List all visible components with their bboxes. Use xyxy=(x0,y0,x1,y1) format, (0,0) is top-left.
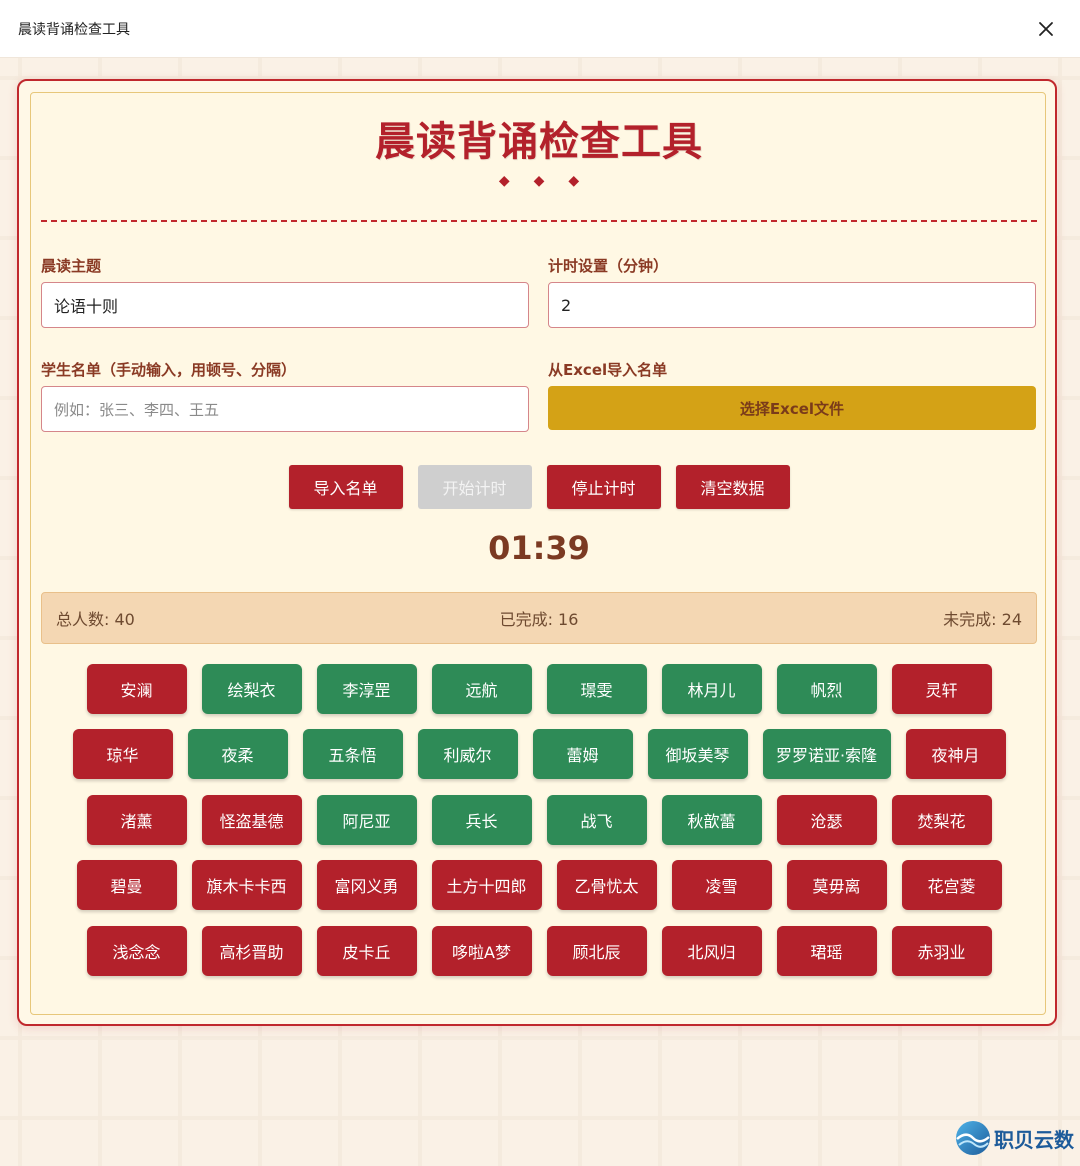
student-chip[interactable]: 绘梨衣 xyxy=(201,664,302,714)
student-chip[interactable]: 赤羽业 xyxy=(891,926,992,976)
window-titlebar: 晨读背诵检查工具 xyxy=(0,0,1080,58)
student-chip[interactable]: 安澜 xyxy=(86,664,187,714)
student-chip[interactable]: 浅念念 xyxy=(86,926,187,976)
timer-setting-label: 计时设置（分钟） xyxy=(548,257,669,275)
student-chip[interactable]: 沧瑟 xyxy=(776,795,877,845)
student-chip[interactable]: 帆烈 xyxy=(776,664,877,714)
topic-label: 晨读主题 xyxy=(41,257,102,275)
student-row: 碧曼 旗木卡卡西 富冈义勇 土方十四郎 乙骨忧太 凌雪 莫毋离 花宫菱 xyxy=(31,860,1047,910)
student-chip[interactable]: 高杉晋助 xyxy=(201,926,302,976)
excel-import-label: 从Excel导入名单 xyxy=(548,361,668,379)
select-excel-button[interactable]: 选择Excel文件 xyxy=(548,386,1036,430)
student-chip[interactable]: 李淳罡 xyxy=(316,664,417,714)
title-divider xyxy=(41,220,1037,222)
globe-wave-icon xyxy=(956,1121,990,1155)
student-chip[interactable]: 莫毋离 xyxy=(786,860,887,910)
student-chip[interactable]: 凌雪 xyxy=(671,860,772,910)
stop-timer-button[interactable]: 停止计时 xyxy=(546,465,661,509)
student-chip[interactable]: 怪盗基德 xyxy=(201,795,302,845)
student-chip[interactable]: 乙骨忧太 xyxy=(556,860,657,910)
stats-bar: 总人数: 40 已完成: 16 未完成: 24 xyxy=(41,592,1037,644)
student-chip[interactable]: 璟雯 xyxy=(546,664,647,714)
student-chip[interactable]: 北风归 xyxy=(661,926,762,976)
import-list-button[interactable]: 导入名单 xyxy=(288,465,403,509)
student-chip[interactable]: 皮卡丘 xyxy=(316,926,417,976)
pending-count: 未完成: 24 xyxy=(943,610,1022,629)
title-ornament: ◆◆◆ xyxy=(498,173,604,189)
student-chip[interactable]: 御坂美琴 xyxy=(647,729,748,779)
student-row: 浅念念 高杉晋助 皮卡丘 哆啦A梦 顾北辰 北风归 珺瑶 赤羽业 xyxy=(31,926,1047,976)
action-buttons: 导入名单 开始计时 停止计时 清空数据 xyxy=(31,465,1047,509)
student-chip[interactable]: 利威尔 xyxy=(417,729,518,779)
student-chip[interactable]: 旗木卡卡西 xyxy=(191,860,302,910)
brand-logo: 职贝云数 xyxy=(954,1118,1074,1158)
student-chip[interactable]: 花宫菱 xyxy=(901,860,1002,910)
student-chip[interactable]: 灵轩 xyxy=(891,664,992,714)
student-chip[interactable]: 蕾姆 xyxy=(532,729,633,779)
done-count: 已完成: 16 xyxy=(499,610,579,629)
close-icon xyxy=(1039,21,1053,36)
students-input[interactable] xyxy=(41,386,529,432)
clear-data-button[interactable]: 清空数据 xyxy=(675,465,790,509)
student-chip[interactable]: 土方十四郎 xyxy=(431,860,542,910)
logo-text: 职贝云数 xyxy=(994,1127,1074,1152)
student-chip[interactable]: 焚梨花 xyxy=(891,795,992,845)
student-chip[interactable]: 兵长 xyxy=(431,795,532,845)
student-chip[interactable]: 渚薰 xyxy=(86,795,187,845)
page-title: 晨读背诵检查工具 xyxy=(375,119,703,165)
student-chip[interactable]: 哆啦A梦 xyxy=(431,926,532,976)
student-chip[interactable]: 夜神月 xyxy=(905,729,1006,779)
total-count: 总人数: 40 xyxy=(56,610,135,629)
student-chip[interactable]: 阿尼亚 xyxy=(316,795,417,845)
close-button[interactable] xyxy=(1030,13,1062,45)
student-chip[interactable]: 珺瑶 xyxy=(776,926,877,976)
student-chip[interactable]: 五条悟 xyxy=(302,729,403,779)
student-row: 琼华 夜柔 五条悟 利威尔 蕾姆 御坂美琴 罗罗诺亚·索隆 夜神月 xyxy=(31,729,1047,779)
student-chip[interactable]: 远航 xyxy=(431,664,532,714)
topic-input[interactable] xyxy=(41,282,529,328)
student-chip[interactable]: 富冈义勇 xyxy=(316,860,417,910)
student-chip[interactable]: 林月儿 xyxy=(661,664,762,714)
student-chip[interactable]: 秋歆蕾 xyxy=(661,795,762,845)
main-card: 晨读背诵检查工具 ◆◆◆ 晨读主题 计时设置（分钟） 学生名单（手动输入，用顿号… xyxy=(17,79,1057,1026)
student-chip[interactable]: 琼华 xyxy=(72,729,173,779)
student-chip[interactable]: 顾北辰 xyxy=(546,926,647,976)
student-row: 渚薰 怪盗基德 阿尼亚 兵长 战飞 秋歆蕾 沧瑟 焚梨花 xyxy=(31,795,1047,845)
timer-minutes-input[interactable] xyxy=(548,282,1036,328)
timer-display: 01:39 xyxy=(488,529,590,567)
student-row: 安澜 绘梨衣 李淳罡 远航 璟雯 林月儿 帆烈 灵轩 xyxy=(31,664,1047,714)
students-label: 学生名单（手动输入，用顿号、分隔） xyxy=(41,361,297,379)
student-chip[interactable]: 罗罗诺亚·索隆 xyxy=(762,729,891,779)
student-chip[interactable]: 碧曼 xyxy=(76,860,177,910)
student-chip[interactable]: 夜柔 xyxy=(187,729,288,779)
main-card-inner: 晨读背诵检查工具 ◆◆◆ 晨读主题 计时设置（分钟） 学生名单（手动输入，用顿号… xyxy=(30,92,1046,1015)
window-title: 晨读背诵检查工具 xyxy=(18,21,130,38)
start-timer-button[interactable]: 开始计时 xyxy=(417,465,532,509)
student-chip[interactable]: 战飞 xyxy=(546,795,647,845)
